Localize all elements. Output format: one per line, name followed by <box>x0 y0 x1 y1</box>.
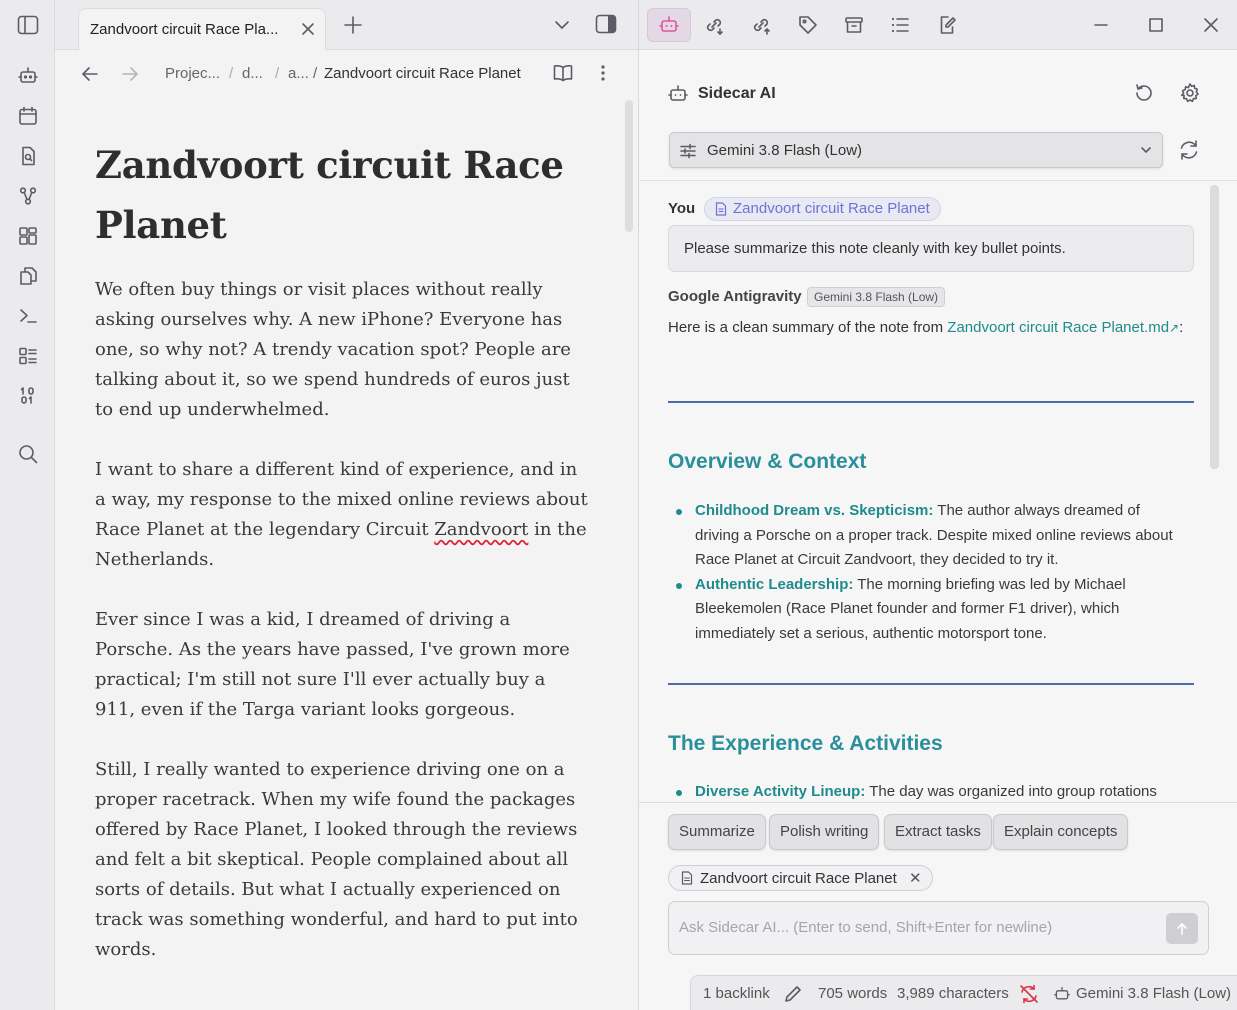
close-tab-icon[interactable] <box>301 22 315 36</box>
user-label: You <box>668 200 696 217</box>
tag-icon[interactable] <box>792 9 824 41</box>
breadcrumb-segment-project[interactable]: Projec... <box>165 65 220 82</box>
send-button[interactable] <box>1166 913 1198 944</box>
maximize-window-icon[interactable] <box>1140 9 1172 41</box>
list-item: Authentic Leadership: The morning briefi… <box>668 573 1188 647</box>
file-search-icon[interactable] <box>14 142 42 170</box>
note-scrollbar[interactable] <box>625 100 633 232</box>
extract-tasks-button[interactable]: Extract tasks <box>884 814 992 850</box>
sidecar-title: Sidecar AI <box>698 85 776 102</box>
note-content[interactable]: Zandvoort circuit Race Planet We often b… <box>95 135 590 995</box>
tab-bar: Zandvoort circuit Race Pla... <box>55 0 638 50</box>
quick-actions: Summarize Polish writing Extract tasks E… <box>639 802 1237 852</box>
context-note-chip[interactable]: Zandvoort circuit Race Planet ✕ <box>668 865 933 891</box>
character-count: 3,989 characters <box>897 985 1009 1002</box>
sidecar-robot-icon <box>668 84 688 104</box>
sync-off-icon[interactable] <box>1019 984 1039 1004</box>
section-heading: Overview & Context <box>668 450 867 473</box>
left-ribbon <box>0 0 55 1010</box>
close-window-icon[interactable] <box>1195 9 1227 41</box>
paragraph: I want to share a different kind of expe… <box>95 459 588 570</box>
link-download-icon[interactable] <box>698 9 730 41</box>
chat-transcript[interactable]: You Zandvoort circuit Race Planet Please… <box>639 180 1237 802</box>
list-icon[interactable] <box>884 9 916 41</box>
paragraph: Ever since I was a kid, I dreamed of dri… <box>95 609 570 720</box>
terminal-icon[interactable] <box>14 302 42 330</box>
agent-model-badge: Gemini 3.8 Flash (Low) <box>807 287 946 307</box>
remove-context-icon[interactable]: ✕ <box>909 870 922 887</box>
status-model[interactable]: Gemini 3.8 Flash (Low) <box>1076 985 1231 1002</box>
minimize-window-icon[interactable] <box>1085 9 1117 41</box>
agent-name: Google Antigravity <box>668 288 802 305</box>
binary-sort-icon[interactable] <box>14 382 42 410</box>
section-heading: The Experience & Activities <box>668 732 943 755</box>
tab-list-chevron-down-icon[interactable] <box>554 18 570 32</box>
sidecar-panel: Sidecar AI Gemini 3.8 Flash (Low) You Za… <box>639 50 1237 1010</box>
list-item: Diverse Activity Lineup: The day was org… <box>668 780 1188 802</box>
file-icon <box>681 871 693 885</box>
breadcrumb-segment-d[interactable]: d... <box>242 65 263 82</box>
forward-arrow-icon[interactable] <box>121 66 139 82</box>
divider-line <box>668 401 1194 403</box>
search-icon[interactable] <box>14 440 42 468</box>
toggle-right-sidebar-icon[interactable] <box>595 14 617 34</box>
file-icon <box>715 202 727 216</box>
bullet-list: Childhood Dream vs. Skepticism: The auth… <box>668 499 1188 646</box>
reading-view-book-icon[interactable] <box>553 64 573 82</box>
edit-note-icon[interactable] <box>931 9 963 41</box>
reset-history-icon[interactable] <box>1133 82 1155 104</box>
robot-icon[interactable] <box>14 62 42 90</box>
tab-title: Zandvoort circuit Race Pla... <box>90 21 279 38</box>
polish-writing-button[interactable]: Polish writing <box>769 814 880 850</box>
chat-scrollbar[interactable] <box>1210 185 1219 469</box>
refresh-models-icon[interactable] <box>1178 139 1200 161</box>
note-link[interactable]: Zandvoort circuit Race Planet.md <box>947 319 1169 336</box>
settings-gear-icon[interactable] <box>1179 82 1201 104</box>
note-header: Projec... / d... / a... / Zandvoort circ… <box>55 50 638 98</box>
new-tab-icon[interactable] <box>344 16 362 34</box>
breadcrumb-current: Zandvoort circuit Race Planet <box>324 65 521 82</box>
model-select-value: Gemini 3.8 Flash (Low) <box>707 142 863 159</box>
breadcrumb-separator: / <box>229 65 234 82</box>
right-toolbar <box>639 0 1237 50</box>
more-options-icon[interactable] <box>600 64 606 82</box>
spellcheck-word[interactable]: Zandvoort <box>434 519 528 540</box>
breadcrumb-segment-a[interactable]: a... / <box>288 65 317 82</box>
copy-files-icon[interactable] <box>14 262 42 290</box>
word-count: 705 words <box>818 985 888 1002</box>
robot-icon <box>1054 986 1070 1002</box>
graph-view-icon[interactable] <box>14 182 42 210</box>
canvas-grid-icon[interactable] <box>14 222 42 250</box>
note-reference-chip[interactable]: Zandvoort circuit Race Planet <box>704 197 941 221</box>
tab-active-note[interactable]: Zandvoort circuit Race Pla... <box>78 8 326 50</box>
answer-intro: Here is a clean summary of the note from… <box>668 319 1184 336</box>
chat-input[interactable] <box>679 919 1149 936</box>
external-link-icon: ↗ <box>1169 321 1180 335</box>
pencil-icon[interactable] <box>783 984 803 1004</box>
user-message: Please summarize this note cleanly with … <box>668 225 1194 272</box>
calendar-icon[interactable] <box>14 102 42 130</box>
summarize-button[interactable]: Summarize <box>668 814 766 850</box>
link-upload-icon[interactable] <box>745 9 777 41</box>
status-bar: 1 backlink 705 words 3,989 characters Ge… <box>690 975 1237 1010</box>
chevron-down-icon <box>1140 145 1152 155</box>
backlink-count[interactable]: 1 backlink <box>703 985 770 1002</box>
paragraph: We often buy things or visit places with… <box>95 279 571 420</box>
list-item: Childhood Dream vs. Skepticism: The auth… <box>668 499 1188 573</box>
paragraph: Still, I really wanted to experience dri… <box>95 759 578 960</box>
bullet-list: Diverse Activity Lineup: The day was org… <box>668 780 1188 802</box>
chat-input-box <box>668 901 1209 955</box>
archive-icon[interactable] <box>838 9 870 41</box>
list-layout-icon[interactable] <box>14 342 42 370</box>
breadcrumb-separator: / <box>275 65 280 82</box>
divider-line <box>668 683 1194 685</box>
model-select[interactable]: Gemini 3.8 Flash (Low) <box>669 132 1163 168</box>
sliders-icon <box>680 143 696 159</box>
explain-concepts-button[interactable]: Explain concepts <box>993 814 1129 850</box>
back-arrow-icon[interactable] <box>81 66 99 82</box>
sidecar-robot-icon[interactable] <box>647 8 691 42</box>
toggle-sidebar-icon[interactable] <box>14 11 42 39</box>
note-title: Zandvoort circuit Race Planet <box>95 143 564 247</box>
